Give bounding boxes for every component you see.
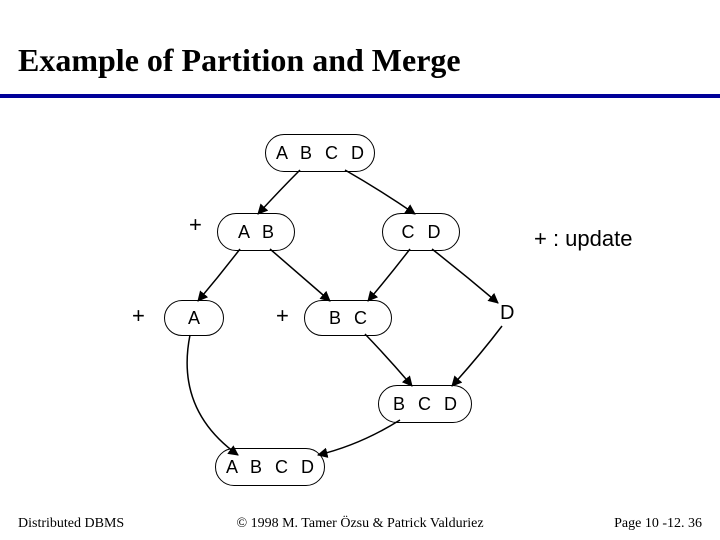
plus-mark-a: + xyxy=(132,303,145,329)
plus-mark-ab: + xyxy=(189,212,202,238)
node-bcd: B C D xyxy=(378,385,472,423)
node-abcd-2: A B C D xyxy=(215,448,325,486)
d-label: D xyxy=(500,302,514,325)
node-a: A xyxy=(164,300,224,336)
footer-right: Page 10 -12. 36 xyxy=(614,516,702,532)
node-bc: B C xyxy=(304,300,392,336)
node-root-abcd: A B C D xyxy=(265,134,375,172)
slide-title: Example of Partition and Merge xyxy=(18,42,461,79)
legend-update: + : update xyxy=(534,226,632,252)
slide: Example of Partition and Merge A B C D A… xyxy=(0,0,720,540)
diagram-edges xyxy=(0,0,720,540)
node-cd: C D xyxy=(382,213,460,251)
title-underline xyxy=(0,94,720,98)
plus-mark-bc: + xyxy=(276,303,289,329)
node-ab: A B xyxy=(217,213,295,251)
footer-center: © 1998 M. Tamer Özsu & Patrick Valduriez xyxy=(0,516,720,532)
